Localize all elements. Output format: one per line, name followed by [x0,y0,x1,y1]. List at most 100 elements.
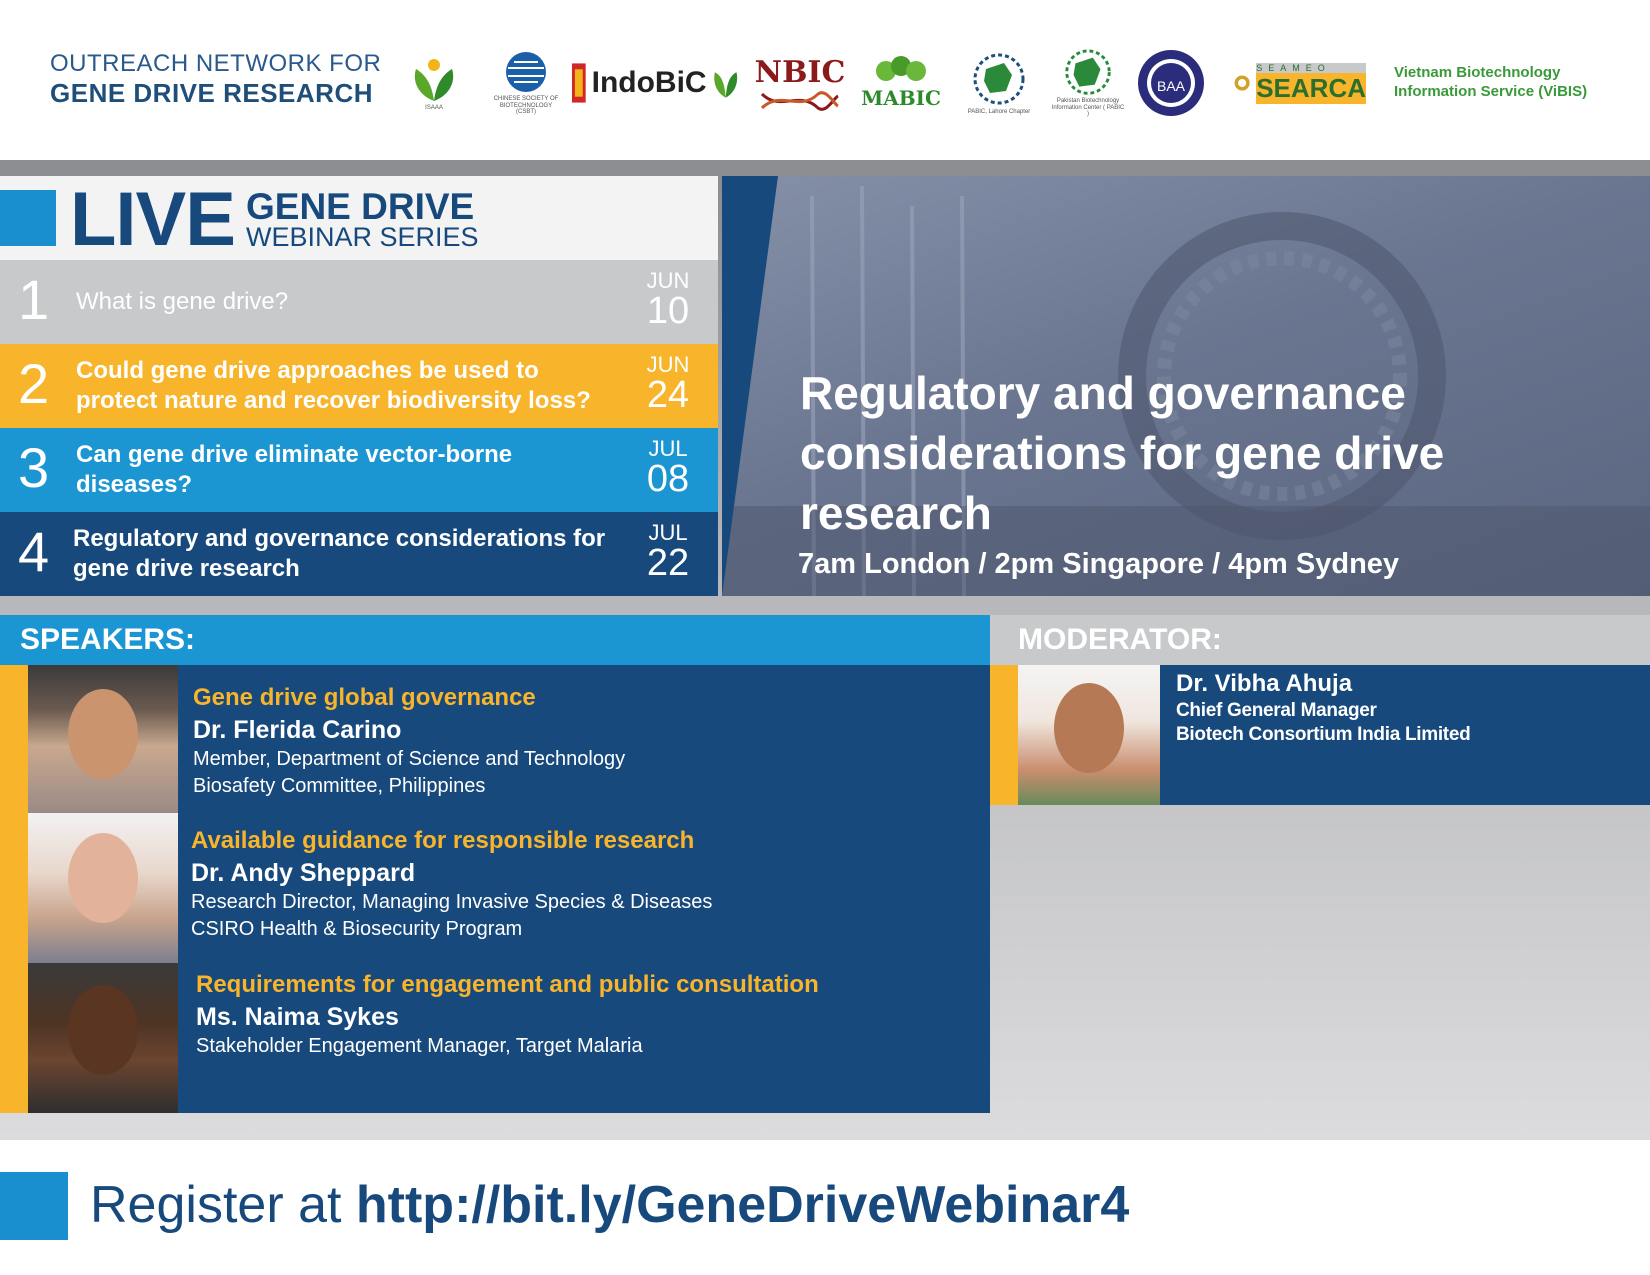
speaker-name: Dr. Flerida Carino [193,715,402,744]
session-month: JUN [646,352,690,377]
face-silhouette [68,833,138,923]
session-row: 1 What is gene drive? JUN 10 [0,260,718,344]
speakers-label: SPEAKERS: [20,623,196,656]
session-row: 2 Could gene drive approaches be used to… [0,344,718,428]
session-number: 1 [18,268,50,331]
speaker-photo [28,963,178,1113]
register-link[interactable]: http://bit.ly/GeneDriveWebinar4 [356,1176,1129,1234]
searca-top-text: SEAMEO [1256,62,1366,73]
speaker-photo [28,813,178,963]
session-title: What is gene drive? [76,288,289,315]
speaker-entry: Gene drive global governance Dr. Flerida… [193,684,993,799]
session-row: 4 Regulatory and governance consideratio… [0,512,718,596]
session-title: Regulatory and governance considerations… [73,525,606,582]
searca-emblem-icon [1234,75,1250,91]
hero-banner: Regulatory and governance considerations… [722,176,1650,596]
pabic-caption: Pakistan Biotechnology Information Cente… [1051,98,1125,118]
moderator-photo [1018,665,1160,805]
csbt-globe-icon [506,52,546,93]
speaker-name: Ms. Naima Sykes [196,1002,399,1031]
nbic-logo: NBIC [755,48,845,118]
csbt-caption: CHINESE SOCIETY OF BIOTECHNOLOGY (CSBT) [493,96,559,116]
session-month: JUN [646,268,690,293]
register-line: Register at http://bit.ly/GeneDriveWebin… [90,1176,1129,1236]
speaker-role: Biosafety Committee, Philippines [193,774,486,797]
org-name-line2: GENE DRIVE RESEARCH [50,78,373,108]
session-month: JUL [648,520,688,545]
webinar-title: Regulatory and governance considerations… [800,367,1445,539]
hero-wedge [722,176,778,596]
divider [0,160,1650,176]
mabic-logo: MABIC [860,48,942,118]
csbt-logo: CHINESE SOCIETY OF BIOTECHNOLOGY (CSBT) [490,48,562,118]
session-row: 3 Can gene drive eliminate vector-borne … [0,428,718,512]
pabic-lahore-logo: PABIC, Lahore Chapter [958,48,1040,118]
nbic-text: NBIC [754,54,846,90]
speaker-photo [28,665,178,813]
vibis-line2: Information Service (ViBIS) [1394,82,1588,100]
speaker-role: Member, Department of Science and Techno… [193,747,626,770]
dna-icon [760,90,839,111]
hibiscus-icon [876,56,926,81]
moderator-role: Chief General Manager [1176,699,1377,721]
accent-bar [0,665,28,1113]
isaaa-logo: ISAAA [404,48,464,118]
searca-text: SEARCA [1256,72,1366,104]
org-name: OUTREACH NETWORK FOR GENE DRIVE RESEARCH [50,50,382,108]
gene-drive-label: GENE DRIVE [246,186,475,227]
session-title: Can gene drive eliminate vector-borne di… [76,441,513,498]
moderator-label: MODERATOR: [1018,623,1222,656]
session-title: Could gene drive approaches be used to p… [76,357,591,414]
accent-square [0,1172,68,1240]
speaker-role: Stakeholder Engagement Manager, Target M… [196,1034,643,1057]
indobic-leaf-icon [713,72,737,98]
pabic-lahore-caption: PABIC, Lahore Chapter [967,108,1031,115]
isaaa-caption: ISAAA [425,104,443,111]
session-day: 08 [646,458,690,500]
face-silhouette [1054,683,1124,773]
speaker-name: Dr. Andy Sheppard [191,858,416,887]
session-day: 24 [646,374,690,416]
mabic-text: MABIC [861,86,941,110]
session-number: 2 [18,352,50,415]
face-silhouette [68,985,138,1075]
moderator-org: Biotech Consortium India Limited [1176,724,1471,746]
indobic-logo: IndoBiC [570,48,740,118]
isaaa-leaf-icon [414,58,454,101]
session-number: 3 [18,436,50,499]
searca-logo: SEAMEO SEARCA [1234,48,1366,118]
speaker-topic: Available guidance for responsible resea… [191,827,695,854]
speaker-topic: Gene drive global governance [193,684,536,711]
webinar-time: 7am London / 2pm Singapore / 4pm Sydney [798,548,1400,580]
speaker-role: CSIRO Health & Biosecurity Program [191,917,523,940]
pabic-logo: Pakistan Biotechnology Information Cente… [1050,48,1126,118]
pakistan-map-icon [973,53,1025,105]
indobic-text: IndoBiC [591,66,707,99]
session-day: 22 [646,542,690,584]
vibis-logo: Vietnam Biotechnology Information Servic… [1394,64,1587,102]
speaker-entry: Available guidance for responsible resea… [191,827,991,942]
moderator-name: Dr. Vibha Ahuja [1176,670,1353,697]
org-name-line1: OUTREACH NETWORK FOR [50,50,382,77]
accent-bar [990,665,1018,805]
session-month: JUL [648,436,688,461]
speaker-role: Research Director, Managing Invasive Spe… [191,890,713,913]
baa-logo: BAA [1134,48,1208,118]
vibis-line1: Vietnam Biotechnology [1394,64,1561,81]
svg-text:BAA: BAA [1157,78,1186,94]
speaker-topic: Requirements for engagement and public c… [196,971,819,998]
indobic-flag-icon [571,63,586,103]
pakistan-map-icon [1065,49,1111,95]
webinar-series-label: WEBINAR SERIES [246,222,479,252]
speaker-entry: Requirements for engagement and public c… [196,971,996,1059]
register-prefix: Register at [90,1176,342,1234]
face-silhouette [68,689,138,779]
speakers-header: SPEAKERS: [0,615,990,665]
moderator-entry: Dr. Vibha Ahuja Chief General Manager Bi… [1176,670,1471,748]
session-number: 4 [18,520,50,583]
live-label: LIVE [70,177,236,262]
moderator-header: MODERATOR: [990,615,1650,665]
logo-header: OUTREACH NETWORK FOR GENE DRIVE RESEARCH… [0,0,1650,160]
baa-seal: BAA [1138,50,1204,116]
accent-square [0,190,56,246]
